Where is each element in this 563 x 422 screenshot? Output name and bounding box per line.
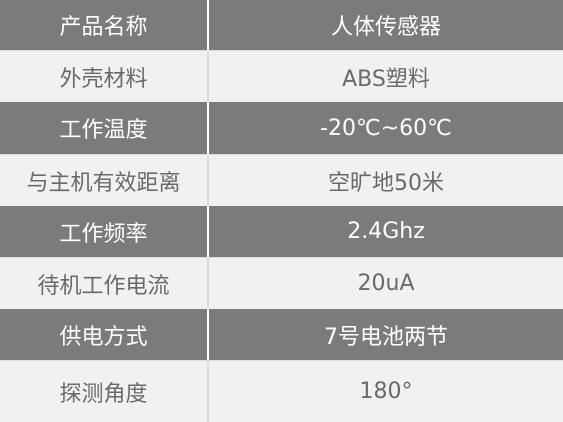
spec-label: 探测角度 — [0, 361, 207, 422]
spec-value: 180° — [207, 361, 563, 422]
spec-row: 待机工作电流 20uA — [0, 257, 563, 310]
spec-label: 工作温度 — [0, 102, 207, 154]
spec-label: 与主机有效距离 — [0, 155, 207, 206]
spec-row: 外壳材料 ABS塑料 — [0, 50, 563, 103]
spec-label: 工作频率 — [0, 206, 207, 257]
spec-value: -20℃~60℃ — [207, 102, 563, 154]
spec-value: 7号电池两节 — [207, 309, 563, 360]
spec-value: 空旷地50米 — [207, 155, 563, 206]
spec-label: 外壳材料 — [0, 51, 207, 102]
spec-row: 工作频率 2.4Ghz — [0, 206, 563, 257]
spec-value: 人体传感器 — [207, 0, 563, 50]
spec-value: 20uA — [207, 258, 563, 309]
spec-label: 供电方式 — [0, 309, 207, 360]
spec-row: 与主机有效距离 空旷地50米 — [0, 154, 563, 207]
spec-row: 工作温度 -20℃~60℃ — [0, 102, 563, 154]
spec-label: 产品名称 — [0, 0, 207, 50]
spec-row: 探测角度 180° — [0, 360, 563, 422]
spec-table: 产品名称 人体传感器 外壳材料 ABS塑料 工作温度 -20℃~60℃ 与主机有… — [0, 0, 563, 422]
spec-value: 2.4Ghz — [207, 206, 563, 257]
spec-row: 供电方式 7号电池两节 — [0, 309, 563, 360]
spec-label: 待机工作电流 — [0, 258, 207, 309]
spec-row: 产品名称 人体传感器 — [0, 0, 563, 50]
spec-value: ABS塑料 — [207, 51, 563, 102]
